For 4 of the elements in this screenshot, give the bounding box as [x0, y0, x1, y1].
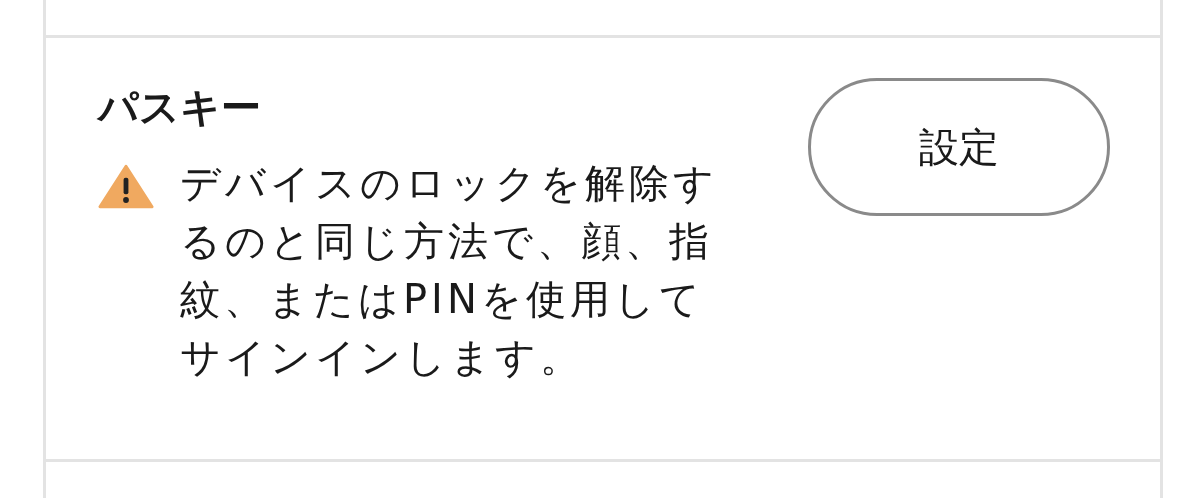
warning-icon [98, 164, 154, 209]
section-title: パスキー [98, 83, 262, 132]
description-text: デバイスのロックを解除するのと同じ方法で、顔、指紋、またはPINを使用してサインインします。 [180, 159, 719, 382]
setup-button[interactable]: 設定 [808, 78, 1110, 216]
